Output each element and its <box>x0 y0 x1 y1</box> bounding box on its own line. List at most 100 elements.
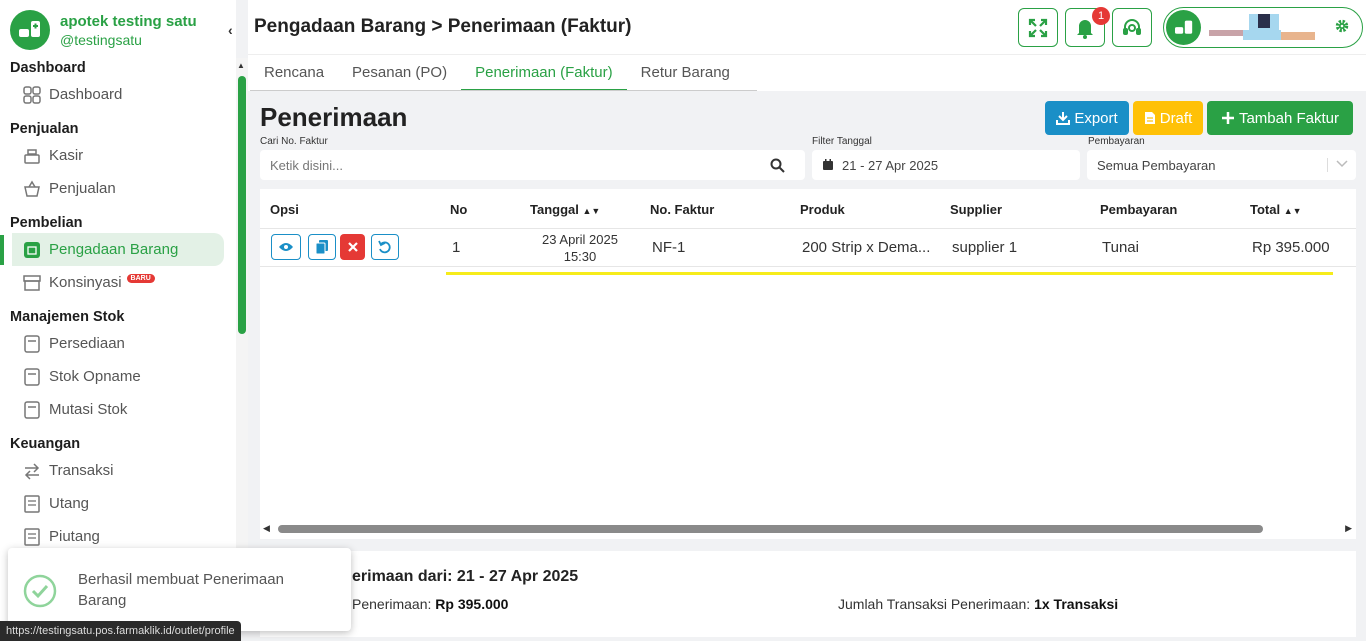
select-separator <box>1327 158 1328 172</box>
sidebar-item-label: Penjualan <box>49 180 116 197</box>
cell-total: Rp 395.000 <box>1252 239 1330 256</box>
top-header: Pengadaan Barang > Penerimaan (Faktur) 1 <box>248 0 1366 55</box>
summary-count: Jumlah Transaksi Penerimaan: 1x Transaks… <box>838 596 1119 612</box>
sidebar-item-dashboard[interactable]: Dashboard <box>0 78 236 111</box>
search-label: Cari No. Faktur <box>260 136 328 147</box>
profile-menu[interactable] <box>1163 7 1363 48</box>
nav-section-title: Pembelian <box>10 215 83 231</box>
sidebar-item-label: Dashboard <box>49 86 123 103</box>
tab-rencana[interactable]: Rencana <box>250 55 338 91</box>
nav-section-title: Keuangan <box>10 436 81 452</box>
sidebar-item-kasir[interactable]: Kasir <box>0 139 236 172</box>
date-filter-label: Filter Tanggal <box>812 136 872 147</box>
sidebar-scroll-thumb[interactable] <box>238 76 246 334</box>
support-button[interactable] <box>1112 8 1152 47</box>
chevron-down-icon <box>1336 160 1348 168</box>
table-row[interactable]: 1 23 April 2025 15:30 NF-1 200 Strip x D… <box>260 229 1356 267</box>
sidebar-item-persediaan[interactable]: Persediaan <box>0 327 236 360</box>
sidebar-item-utang[interactable]: Utang <box>0 487 236 520</box>
delete-button[interactable] <box>340 234 365 260</box>
file-icon <box>1144 112 1155 124</box>
toast-message: Berhasil membuat Penerimaan Barang <box>78 571 284 609</box>
new-badge: BARU <box>126 274 155 283</box>
brand-handle: @testingsatu <box>60 31 142 48</box>
notification-button[interactable]: 1 <box>1065 7 1110 47</box>
cell-invoice: NF-1 <box>652 239 686 256</box>
column-header: No. Faktur <box>650 202 715 217</box>
sidebar-item-mutasi-stok[interactable]: Mutasi Stok <box>0 393 236 426</box>
search-input[interactable]: Ketik disini... <box>260 150 805 180</box>
inventory-icon <box>22 334 42 354</box>
sidebar-item-label: Persediaan <box>49 335 125 352</box>
cell-date: 23 April 2025 15:30 <box>542 232 618 264</box>
column-header: Supplier <box>950 202 1003 217</box>
pharmacy-logo-icon <box>10 10 50 50</box>
cell-payment: Tunai <box>1102 239 1139 256</box>
sidebar-item-label: Kasir <box>49 147 84 164</box>
sidebar-item-label: Mutasi Stok <box>49 401 128 418</box>
copy-icon <box>316 240 328 254</box>
draft-button[interactable]: Draft <box>1133 101 1203 135</box>
fullscreen-button[interactable] <box>1018 8 1058 47</box>
nav-section-title: Dashboard <box>10 60 86 76</box>
receipt-icon <box>22 527 42 547</box>
view-button[interactable] <box>271 234 301 260</box>
headset-icon <box>1123 18 1141 35</box>
sidebar-item-label: Konsinyasi <box>49 274 122 291</box>
sidebar-item-label: Stok Opname <box>49 368 141 385</box>
sidebar-item-label: Pengadaan Barang <box>49 241 179 258</box>
invoice-table: Opsi No Tanggal ▲▼ No. Faktur Produk Sup… <box>260 189 1356 539</box>
highlight-marker <box>446 272 1333 275</box>
avatar <box>1209 14 1315 40</box>
sidebar-item-konsinyasi[interactable]: Konsinyasi BARU <box>0 266 236 299</box>
sidebar-item-penjualan[interactable]: Penjualan <box>0 172 236 205</box>
scroll-left-icon[interactable]: ◀ <box>263 523 270 534</box>
scroll-up-icon[interactable]: ▲ <box>237 61 245 70</box>
receipt-icon <box>22 494 42 514</box>
sidebar-item-transaksi[interactable]: Transaksi <box>0 454 236 487</box>
payment-select[interactable]: Semua Pembayaran <box>1087 150 1356 180</box>
expand-icon <box>1028 18 1048 37</box>
search-icon[interactable] <box>770 158 785 173</box>
cell-no: 1 <box>452 239 461 256</box>
column-header: Pembayaran <box>1100 202 1178 217</box>
scroll-right-icon[interactable]: ▶ <box>1345 523 1352 534</box>
sort-icon: ▲▼ <box>582 206 601 216</box>
tab-pesanan[interactable]: Pesanan (PO) <box>338 55 461 91</box>
date-filter-input[interactable]: 21 - 27 Apr 2025 <box>812 150 1080 180</box>
success-toast[interactable]: Berhasil membuat Penerimaan Barang <box>8 548 351 631</box>
add-invoice-button[interactable]: Tambah Faktur <box>1207 101 1353 135</box>
copy-button[interactable] <box>308 234 336 260</box>
column-header-sortable[interactable]: Total ▲▼ <box>1250 202 1302 217</box>
sidebar-nav: Dashboard Dashboard Penjualan Kasir Penj… <box>0 58 236 553</box>
return-button[interactable] <box>371 234 399 260</box>
sidebar: apotek testing satu @testingsatu ‹ Dashb… <box>0 0 236 641</box>
column-header-sortable[interactable]: Tanggal ▲▼ <box>530 202 600 217</box>
sidebar-item-pengadaan-barang[interactable]: Pengadaan Barang <box>12 233 224 266</box>
check-circle-icon <box>23 574 57 613</box>
brand-name: apotek testing satu <box>60 12 197 30</box>
export-button[interactable]: Export <box>1045 101 1129 135</box>
summary-panel <box>260 551 1356 637</box>
outlet-logo-icon <box>1166 10 1201 45</box>
grid-icon <box>22 85 42 105</box>
download-icon <box>1056 112 1071 125</box>
sidebar-item-stok-opname[interactable]: Stok Opname <box>0 360 236 393</box>
tab-retur-barang[interactable]: Retur Barang <box>627 55 744 91</box>
collapse-sidebar-icon[interactable]: ‹ <box>228 22 233 38</box>
table-scroll-thumb[interactable] <box>278 525 1263 533</box>
sidebar-item-label: Transaksi <box>49 462 114 479</box>
nav-section-title: Manajemen Stok <box>10 309 125 325</box>
table-header: Opsi No Tanggal ▲▼ No. Faktur Produk Sup… <box>260 189 1356 229</box>
notification-count-badge: 1 <box>1092 7 1110 25</box>
summary-title: erimaan dari: 21 - 27 Apr 2025 <box>352 568 579 585</box>
cell-product: 200 Strip x Dema... <box>802 239 931 256</box>
archive-icon <box>22 273 42 293</box>
stock-mutation-icon <box>22 400 42 420</box>
tab-bar: Rencana Pesanan (PO) Penerimaan (Faktur)… <box>248 55 1366 91</box>
gear-icon[interactable] <box>1334 18 1350 39</box>
sort-icon: ▲▼ <box>1283 206 1302 216</box>
brand[interactable]: apotek testing satu @testingsatu <box>10 10 197 50</box>
tab-penerimaan[interactable]: Penerimaan (Faktur) <box>461 55 627 91</box>
transfer-icon <box>22 461 42 481</box>
